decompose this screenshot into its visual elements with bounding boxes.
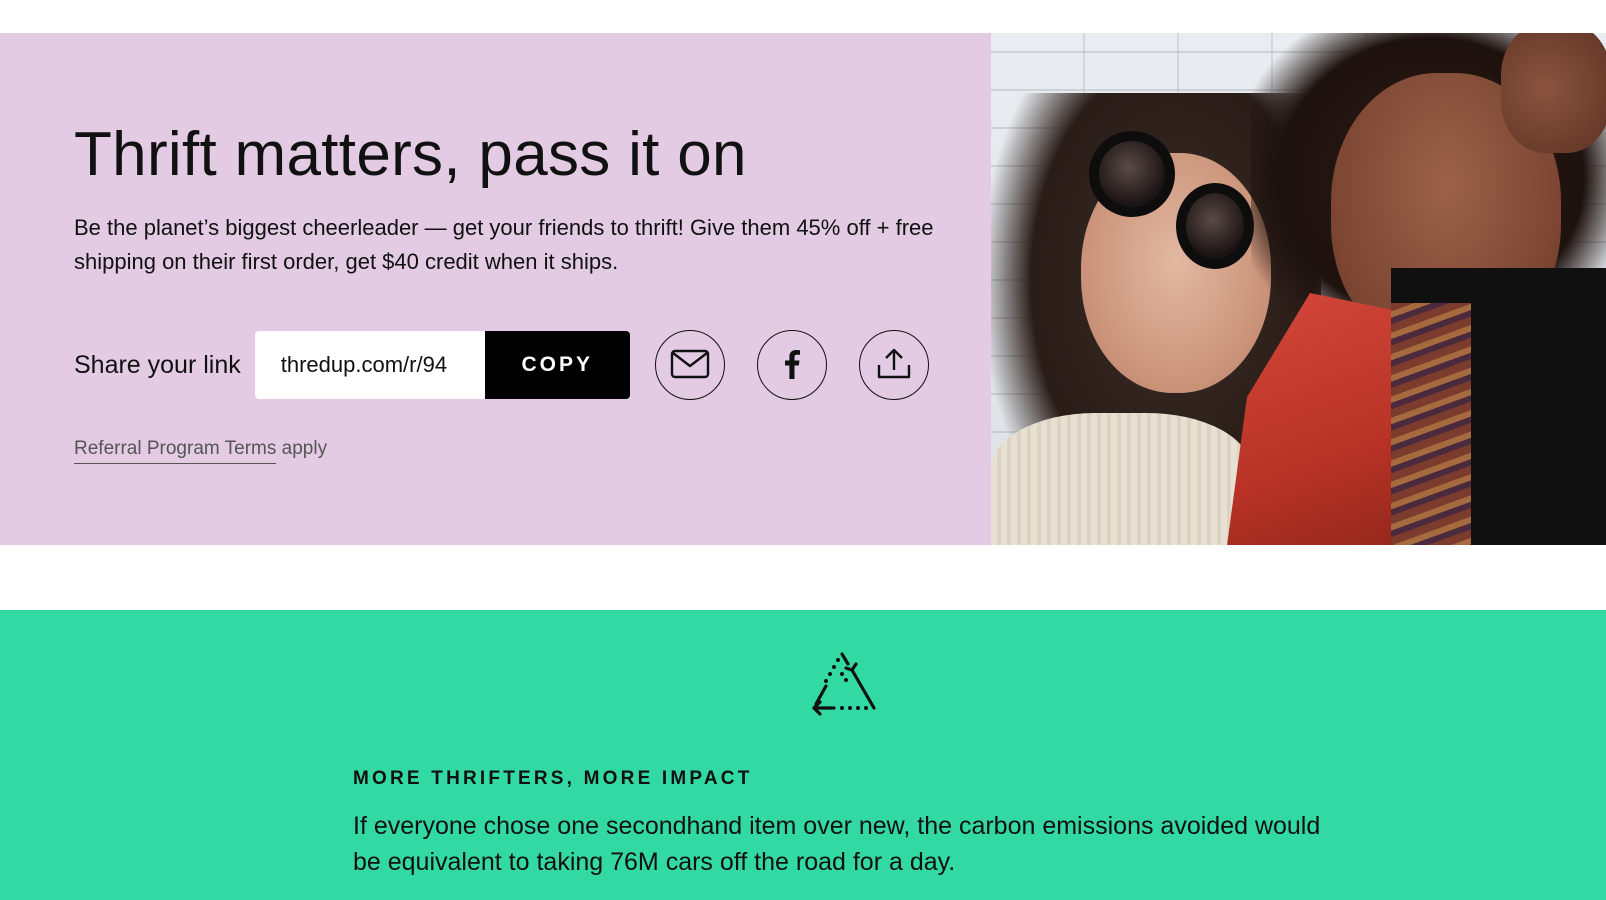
impact-eyebrow: MORE THRIFTERS, MORE IMPACT (353, 768, 753, 789)
recycle-triangle-icon (796, 646, 886, 726)
photo-person-right-hand (1501, 33, 1606, 153)
share-row: Share your link COPY (74, 330, 929, 400)
hero-title: Thrift matters, pass it on (74, 120, 747, 189)
native-share-button[interactable] (858, 330, 929, 400)
referral-hero: Thrift matters, pass it on Be the planet… (0, 33, 1606, 545)
share-upload-icon (876, 347, 912, 384)
photo-sunglasses-right-lens (1176, 183, 1254, 269)
copy-button[interactable]: COPY (484, 331, 630, 399)
referral-panel: Thrift matters, pass it on Be the planet… (0, 33, 991, 545)
email-share-button[interactable] (654, 330, 725, 400)
photo-person-left-sweater (991, 413, 1251, 545)
share-label: Share your link (74, 350, 241, 379)
photo-person-right-scarf (1391, 303, 1471, 545)
referral-terms-link[interactable]: Referral Program Terms (74, 438, 277, 464)
facebook-icon (784, 349, 800, 382)
photo-sunglasses-left-lens (1089, 131, 1175, 217)
facebook-share-button[interactable] (756, 330, 827, 400)
hero-description: Be the planet’s biggest cheerleader — ge… (74, 215, 934, 274)
mail-icon (670, 349, 710, 382)
referral-link-input[interactable] (254, 331, 485, 399)
impact-section: MORE THRIFTERS, MORE IMPACT If everyone … (0, 610, 1606, 900)
terms-note: Referral Program Terms apply (74, 438, 328, 464)
hero-photo (991, 33, 1606, 545)
terms-suffix: apply (276, 438, 328, 459)
impact-statement: If everyone chose one secondhand item ov… (353, 812, 1321, 876)
